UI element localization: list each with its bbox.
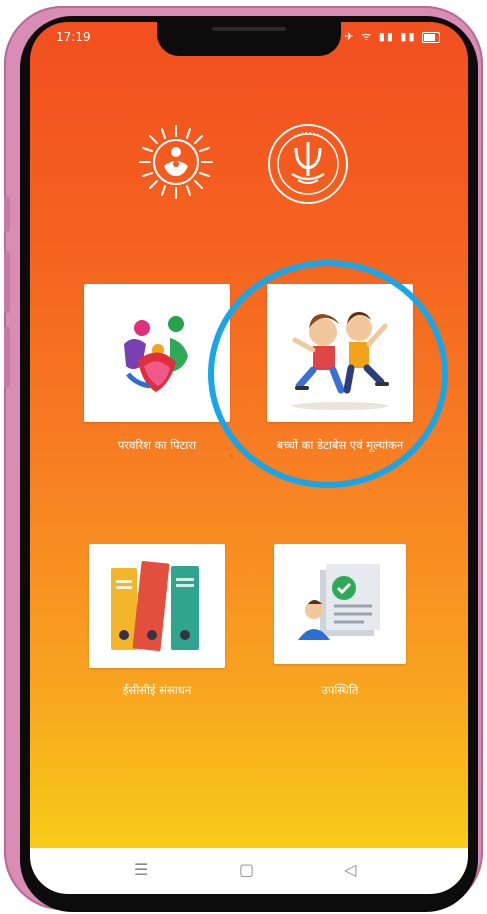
system-nav-bar: ☰ ▢ ◁ (30, 848, 468, 894)
status-time: 17:19 (56, 30, 91, 44)
tile-parvarish-ka-pitara[interactable] (84, 284, 230, 422)
children-running-icon (292, 312, 389, 410)
phone-volume-down (4, 326, 10, 388)
sun-family-logo (139, 125, 213, 199)
binders-icon (111, 560, 199, 652)
up-government-emblem (268, 124, 348, 204)
tile-attendance[interactable] (274, 544, 406, 664)
notch (157, 22, 341, 56)
family-hearts-icon (124, 316, 188, 392)
battery-icon (422, 31, 440, 43)
back-icon[interactable]: ◁ (344, 860, 356, 879)
tile-label-attendance: उपस्थिति (321, 683, 359, 697)
tile-label-parvarish: परवरिश का पिटारा (117, 438, 197, 452)
tile-label-children-database: बच्चों का डेटाबेस एवं मूल्यांकन (276, 438, 404, 452)
tile-label-ecce: ईसीसीई संसाधन (122, 683, 192, 697)
tile-ecce-resources[interactable] (89, 544, 225, 668)
app-screen: 17:19 ✈ ᯤ ▮▮ ▮▮ परवरिश का पिटारा बच्चों … (30, 22, 468, 894)
status-icons-text: ✈ ᯤ ▮▮ ▮▮ (344, 30, 417, 43)
menu-icon[interactable]: ☰ (134, 860, 148, 879)
home-icon[interactable]: ▢ (239, 860, 254, 879)
attendance-icon (298, 564, 380, 640)
phone-volume-up (4, 251, 10, 313)
phone-side-button (4, 196, 10, 232)
tile-children-database[interactable] (267, 284, 413, 422)
status-icons: ✈ ᯤ ▮▮ ▮▮ (345, 29, 440, 44)
